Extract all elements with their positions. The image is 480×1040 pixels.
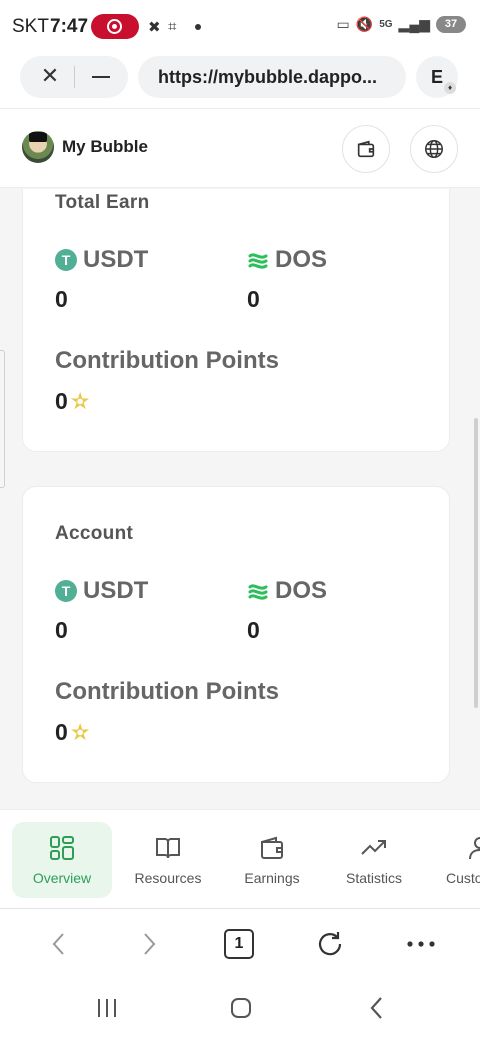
app-name[interactable]: My Bubble bbox=[62, 137, 148, 157]
dos-value: 0 bbox=[247, 617, 260, 643]
tether-icon: T bbox=[55, 249, 77, 271]
network-type: 5G bbox=[379, 19, 393, 30]
carrier-label: SKT bbox=[12, 16, 49, 37]
home-icon bbox=[231, 998, 251, 1018]
main-content[interactable]: Total Earn T USDT 0 DOS 0 Contribution P… bbox=[0, 189, 480, 809]
ethereum-icon: ♦ bbox=[444, 82, 456, 94]
extension-button[interactable]: E ♦ bbox=[416, 56, 458, 98]
clock: 7:47 bbox=[50, 16, 89, 37]
dos-label-text: DOS bbox=[275, 246, 328, 273]
usdt-label: T USDT bbox=[55, 246, 148, 274]
more-notifications-dot bbox=[195, 24, 201, 30]
more-icon bbox=[407, 941, 435, 947]
contribution-points-label: Contribution Points bbox=[55, 678, 279, 705]
forward-button[interactable] bbox=[132, 927, 166, 961]
home-button[interactable] bbox=[226, 993, 256, 1023]
app-header: My Bubble bbox=[0, 108, 480, 188]
signal-icon: ▂▄▆ bbox=[398, 16, 430, 32]
book-icon bbox=[156, 838, 180, 859]
total-earn-card: Total Earn T USDT 0 DOS 0 Contribution P… bbox=[22, 189, 450, 452]
refresh-icon bbox=[318, 932, 342, 956]
tab-count: 1 bbox=[224, 929, 254, 959]
scrollbar[interactable] bbox=[474, 418, 478, 708]
nav-label: Overview bbox=[32, 870, 92, 886]
cp-value-text: 0 bbox=[55, 388, 68, 414]
browser-toolbar: 1 bbox=[0, 909, 480, 979]
tether-icon: T bbox=[55, 580, 77, 602]
nav-label: Earnings bbox=[244, 870, 300, 886]
wallet-button[interactable] bbox=[342, 125, 390, 173]
extension-label: E bbox=[430, 67, 443, 87]
status-bar: SKT 7:47 ✖ ⌗ ▭ 🔇 5G ▂▄▆ 37 bbox=[0, 0, 480, 52]
system-nav bbox=[0, 979, 480, 1040]
side-panel-handle[interactable] bbox=[0, 350, 5, 488]
reload-button[interactable] bbox=[313, 927, 347, 961]
url-field[interactable]: https://mybubble.dappo... bbox=[138, 56, 406, 98]
nav-statistics[interactable]: Statistics bbox=[336, 822, 412, 898]
contribution-points-value: 0 ✫ bbox=[55, 719, 89, 746]
screen-record-indicator[interactable] bbox=[91, 14, 139, 39]
dos-label: DOS bbox=[247, 246, 327, 274]
mute-icon: 🔇 bbox=[355, 16, 374, 32]
crop-icon: ⌗ bbox=[168, 18, 177, 35]
usdt-value: 0 bbox=[55, 286, 68, 312]
nav-earnings[interactable]: Earnings bbox=[236, 822, 308, 898]
chevron-right-icon bbox=[144, 933, 156, 955]
star-icon: ✫ bbox=[71, 722, 89, 744]
nav-resources[interactable]: Resources bbox=[126, 822, 210, 898]
nav-label: Resources bbox=[134, 870, 202, 886]
contribution-points-label: Contribution Points bbox=[55, 347, 279, 374]
tabs-button[interactable]: 1 bbox=[222, 927, 256, 961]
dos-icon bbox=[248, 584, 268, 600]
more-button[interactable] bbox=[404, 927, 438, 961]
dos-label-text: DOS bbox=[275, 577, 328, 604]
nav-custom[interactable]: Custo bbox=[446, 822, 480, 898]
back-arrow-icon bbox=[370, 997, 382, 1019]
grid-icon bbox=[50, 836, 74, 860]
usdt-label: T USDT bbox=[55, 577, 148, 605]
card-title: Account bbox=[55, 523, 134, 544]
dos-icon bbox=[248, 253, 268, 269]
usdt-value: 0 bbox=[55, 617, 68, 643]
cast-icon: ▭ bbox=[336, 16, 350, 32]
battery-icon: 37 bbox=[436, 16, 466, 33]
cp-value-text: 0 bbox=[55, 719, 68, 745]
wallet-icon bbox=[357, 140, 375, 158]
globe-icon bbox=[425, 140, 443, 158]
wallet-icon bbox=[261, 836, 283, 859]
browser-address-bar: ✕ https://mybubble.dappo... E ♦ bbox=[0, 52, 480, 108]
record-icon bbox=[107, 19, 122, 34]
back-button[interactable] bbox=[42, 927, 76, 961]
dos-value: 0 bbox=[247, 286, 260, 312]
window-controls: ✕ bbox=[20, 56, 128, 98]
trending-up-icon bbox=[361, 840, 386, 855]
minimize-icon[interactable] bbox=[92, 76, 110, 78]
card-title: Total Earn bbox=[55, 192, 150, 213]
status-icons: ▭ 🔇 5G ▂▄▆ 37 bbox=[337, 16, 466, 33]
usdt-label-text: USDT bbox=[83, 246, 149, 273]
puzzle-icon: ✖ bbox=[148, 19, 161, 36]
language-button[interactable] bbox=[410, 125, 458, 173]
chevron-left-icon bbox=[52, 933, 64, 955]
nav-overview[interactable]: Overview bbox=[12, 822, 112, 898]
user-icon bbox=[469, 837, 480, 860]
dos-label: DOS bbox=[247, 577, 327, 605]
recent-apps-icon bbox=[98, 999, 116, 1017]
usdt-label-text: USDT bbox=[83, 577, 149, 604]
close-icon[interactable]: ✕ bbox=[38, 64, 62, 88]
bottom-nav: Overview Resources Earnings Statistics C… bbox=[0, 809, 480, 909]
contribution-points-value: 0 ✫ bbox=[55, 388, 89, 415]
star-icon: ✫ bbox=[71, 391, 89, 413]
avatar[interactable] bbox=[22, 131, 54, 163]
nav-label: Custo bbox=[446, 870, 480, 886]
system-back-button[interactable] bbox=[362, 993, 392, 1023]
nav-label: Statistics bbox=[345, 870, 402, 886]
divider bbox=[74, 66, 75, 88]
recent-apps-button[interactable] bbox=[92, 993, 122, 1023]
account-card: Account T USDT 0 DOS 0 Contribution Poin… bbox=[22, 486, 450, 783]
